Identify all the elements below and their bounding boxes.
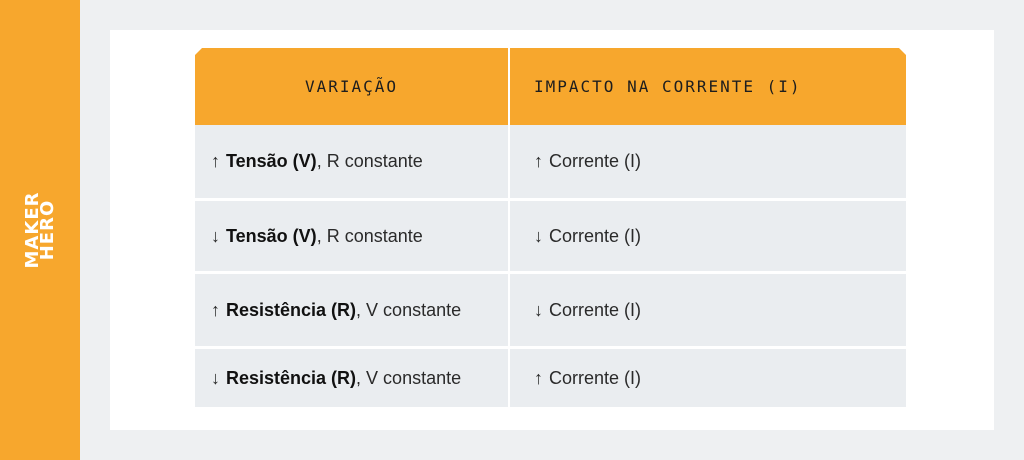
variation-cell: ↓ Resistência (R) , V constante [195,349,508,407]
variable-label: Tensão (V) [226,151,317,171]
impact-cell: ↑ Corrente (I) [510,349,906,407]
impact-cell: ↓ Corrente (I) [510,274,906,346]
table-header: VARIAÇÃO IMPACTO NA CORRENTE (I) [195,48,906,125]
brand-sidebar: MAKER HERO [0,0,80,460]
table-row: ↑ Tensão (V) , R constante ↑ Corrente (I… [195,125,906,198]
variation-cell: ↑ Tensão (V) , R constante [195,125,508,198]
condition-label: , R constante [316,225,423,246]
down-arrow-icon: ↓ [534,225,543,246]
impact-label: Corrente (I) [549,367,642,388]
table-row: ↑ Resistência (R) , V constante ↓ Corren… [195,271,906,346]
table-row: ↓ Resistência (R) , V constante ↑ Corren… [195,346,906,407]
variable-label: Tensão (V) [226,225,317,246]
impact-label: Corrente (I) [549,151,642,171]
variable-label: Resistência (R) [226,367,357,388]
header-impact: IMPACTO NA CORRENTE (I) [534,77,802,96]
down-arrow-icon: ↓ [211,225,220,246]
up-arrow-icon: ↑ [211,151,220,171]
down-arrow-icon: ↓ [211,367,220,388]
impact-cell: ↓ Corrente (I) [510,201,906,271]
header-variation: VARIAÇÃO [304,77,399,96]
impact-cell: ↑ Corrente (I) [510,125,906,198]
variation-cell: ↓ Tensão (V) , R constante [195,201,508,271]
impact-label: Corrente (I) [549,299,642,320]
down-arrow-icon: ↓ [534,299,543,320]
ohm-law-table: VARIAÇÃO IMPACTO NA CORRENTE (I) ↑ Tensã… [195,48,906,407]
logo-line-2: HERO [37,199,58,261]
variable-label: Resistência (R) [226,299,357,320]
condition-label: , R constante [316,151,423,171]
condition-label: , V constante [356,299,462,320]
up-arrow-icon: ↑ [534,151,543,171]
up-arrow-icon: ↑ [534,367,543,388]
maker-hero-logo: MAKER HERO [22,192,58,269]
condition-label: , V constante [356,367,462,388]
up-arrow-icon: ↑ [211,299,220,320]
table-row: ↓ Tensão (V) , R constante ↓ Corrente (I… [195,198,906,271]
impact-label: Corrente (I) [549,225,642,246]
variation-cell: ↑ Resistência (R) , V constante [195,274,508,346]
